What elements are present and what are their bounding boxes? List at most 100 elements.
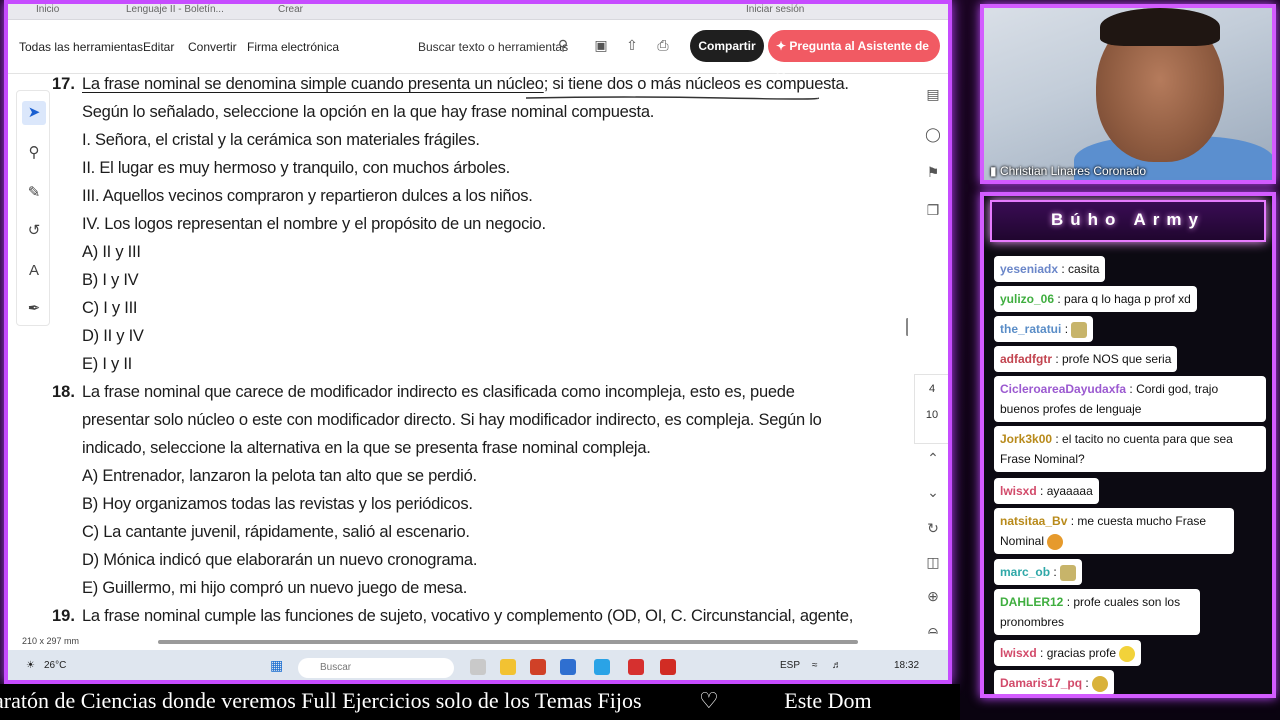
presenter-name: Christian Linares Coronado: [999, 164, 1147, 178]
vertical-scroll-thumb[interactable]: [906, 318, 908, 336]
upload-cloud-icon[interactable]: ⇧: [623, 37, 641, 55]
statement: II. El lugar es muy hermoso y tranquilo,…: [82, 159, 510, 177]
chat-message: yeseniadx : casita: [994, 256, 1106, 282]
page-indicator[interactable]: 4 10: [914, 374, 948, 444]
underlined-text: La frase nominal se denomina simple cuan…: [82, 75, 544, 93]
answer-option: E) Guillermo, mi hijo compró un nuevo ju…: [82, 579, 468, 597]
chat-title: Búho Army: [1051, 210, 1205, 229]
powerpoint-icon[interactable]: [530, 659, 546, 675]
chat-text: :: [1064, 322, 1069, 336]
file-explorer-icon[interactable]: [500, 659, 516, 675]
chat-username[interactable]: lwisxd: [1000, 646, 1037, 660]
screen-share-frame: Inicio Lenguaje II - Boletín... Crear In…: [4, 0, 952, 684]
draw-freeform-icon[interactable]: ↺: [22, 219, 46, 243]
chat-text: buenos profes de lenguaje: [1000, 402, 1142, 416]
webcam-frame: ▮ Christian Linares Coronado: [980, 4, 1276, 184]
wifi-icon[interactable]: ≈: [812, 660, 818, 671]
chat-message: lwisxd : ayaaaaa: [994, 478, 1099, 504]
highlight-pen-icon[interactable]: ✎: [22, 181, 46, 205]
chat-username[interactable]: natsitaa_Bv: [1000, 514, 1067, 528]
question-text: presentar solo núcleo o este con modific…: [82, 411, 822, 429]
chat-message: the_ratatui :: [994, 316, 1094, 342]
signin-link[interactable]: Iniciar sesión: [738, 4, 812, 20]
zoom-in-icon[interactable]: ⊕: [924, 588, 942, 606]
pdf-document-view[interactable]: 17. La frase nominal se denomina simple …: [8, 74, 908, 634]
chat-text: Nominal: [1000, 534, 1045, 548]
chat-username[interactable]: the_ratatui: [1000, 322, 1061, 336]
add-comment-icon[interactable]: ⚲: [22, 141, 46, 165]
chat-text: : me cuesta mucho Frase: [1070, 514, 1207, 528]
text-box-icon[interactable]: A: [22, 259, 46, 283]
browser-tab-active[interactable]: Lenguaje II - Boletín...: [118, 4, 232, 20]
search-icon[interactable]: ⚲: [554, 37, 572, 55]
chat-message: yulizo_06 : para q lo haga p prof xd: [994, 286, 1197, 312]
volume-icon[interactable]: ♬: [832, 660, 842, 671]
chat-username[interactable]: yulizo_06: [1000, 292, 1054, 306]
chevron-up-icon[interactable]: ⌃: [924, 450, 942, 468]
file-info-icon[interactable]: ◫: [924, 554, 942, 572]
bookmarks-icon[interactable]: ⚑: [924, 164, 942, 182]
chat-username[interactable]: yeseniadx: [1000, 262, 1058, 276]
menu-edit[interactable]: Editar: [143, 40, 174, 54]
browser-tab[interactable]: Inicio: [28, 4, 67, 20]
sign-icon[interactable]: ✒: [22, 297, 46, 321]
clock-time[interactable]: 18:32: [894, 660, 919, 671]
refresh-icon[interactable]: ↻: [924, 520, 942, 538]
acrobat-icon[interactable]: [660, 659, 676, 675]
emote-icon: [1060, 564, 1077, 581]
chat-username[interactable]: marc_ob: [1000, 565, 1050, 579]
menu-e-signature[interactable]: Firma electrónica: [247, 40, 339, 54]
ai-sparkle-icon: ✦: [776, 39, 790, 53]
share-button[interactable]: Compartir: [690, 30, 764, 62]
select-cursor-icon[interactable]: ➤: [22, 101, 46, 125]
chat-username[interactable]: Jork3k00: [1000, 432, 1052, 446]
chat-text: : ayaaaaa: [1040, 484, 1093, 498]
answer-option: D) II y IV: [82, 327, 144, 345]
weather-icon[interactable]: ☀: [26, 660, 35, 671]
search-tools-label[interactable]: Buscar texto o herramientas: [418, 40, 568, 54]
chevron-down-icon[interactable]: ⌄: [924, 484, 942, 502]
windows-start-icon[interactable]: ▦: [270, 657, 283, 674]
chat-username[interactable]: adfadfgtr: [1000, 352, 1052, 366]
edge-icon[interactable]: [594, 659, 610, 675]
question-text: La frase nominal se denomina simple cuan…: [82, 75, 849, 94]
chat-text: :: [1085, 676, 1089, 690]
chat-username[interactable]: CicleroareaDayudaxfa: [1000, 382, 1126, 396]
menu-all-tools[interactable]: Todas las herramientas: [19, 40, 143, 54]
task-view-icon[interactable]: [470, 659, 486, 675]
answer-option: B) Hoy organizamos todas las revistas y …: [82, 495, 473, 513]
statement: IV. Los logos representan el nombre y el…: [82, 215, 546, 233]
horizontal-scrollbar[interactable]: [158, 640, 858, 644]
taskbar-search-input[interactable]: Buscar: [298, 658, 454, 678]
browser-tab[interactable]: Crear: [270, 4, 311, 20]
chat-username[interactable]: Damaris17_pq: [1000, 676, 1082, 690]
chat-text: Frase Nominal?: [1000, 452, 1085, 466]
copy-icon[interactable]: ❐: [924, 202, 942, 220]
emote-icon: [1119, 645, 1136, 662]
chat-text: : para q lo haga p prof xd: [1057, 292, 1191, 306]
word-icon[interactable]: [560, 659, 576, 675]
print-icon[interactable]: ⎙: [654, 37, 672, 55]
menu-convert[interactable]: Convertir: [188, 40, 237, 54]
chat-panel: Búho Army yeseniadx : casita yulizo_06 :…: [980, 192, 1276, 698]
chat-message: Damaris17_pq :: [994, 670, 1115, 694]
chat-message: lwisxd : gracias profe: [994, 640, 1142, 666]
question-text-tail: ; si tiene dos o más núcleos es compuest…: [543, 75, 849, 93]
chat-message: CicleroareaDayudaxfa : Cordi god, trajo b…: [994, 376, 1266, 422]
save-icon[interactable]: ▣: [592, 37, 610, 55]
presenter-hair: [1100, 8, 1220, 46]
chat-username[interactable]: lwisxd: [1000, 484, 1037, 498]
chat-username[interactable]: DAHLER12: [1000, 595, 1063, 609]
statement: III. Aquellos vecinos compraron y repart…: [82, 187, 533, 205]
chat-text: : profe NOS que seria: [1055, 352, 1172, 366]
comments-icon[interactable]: ◯: [924, 126, 942, 144]
organize-pages-icon[interactable]: ▤: [924, 86, 942, 104]
chat-header: Búho Army: [990, 200, 1266, 242]
page-size-label: 210 x 297 mm: [22, 636, 80, 646]
question-number: 17.: [52, 75, 75, 93]
language-indicator[interactable]: ESP: [780, 660, 800, 671]
chat-text: :: [1053, 565, 1057, 579]
ai-assistant-button[interactable]: ✦ Pregunta al Asistente de IA: [768, 30, 940, 85]
right-tool-rail: ▤ ◯ ⚑ ❐ ⌃ ⌄ ↻ ◫ ⊕ ⊖: [914, 74, 948, 654]
chrome-icon[interactable]: [628, 659, 644, 675]
